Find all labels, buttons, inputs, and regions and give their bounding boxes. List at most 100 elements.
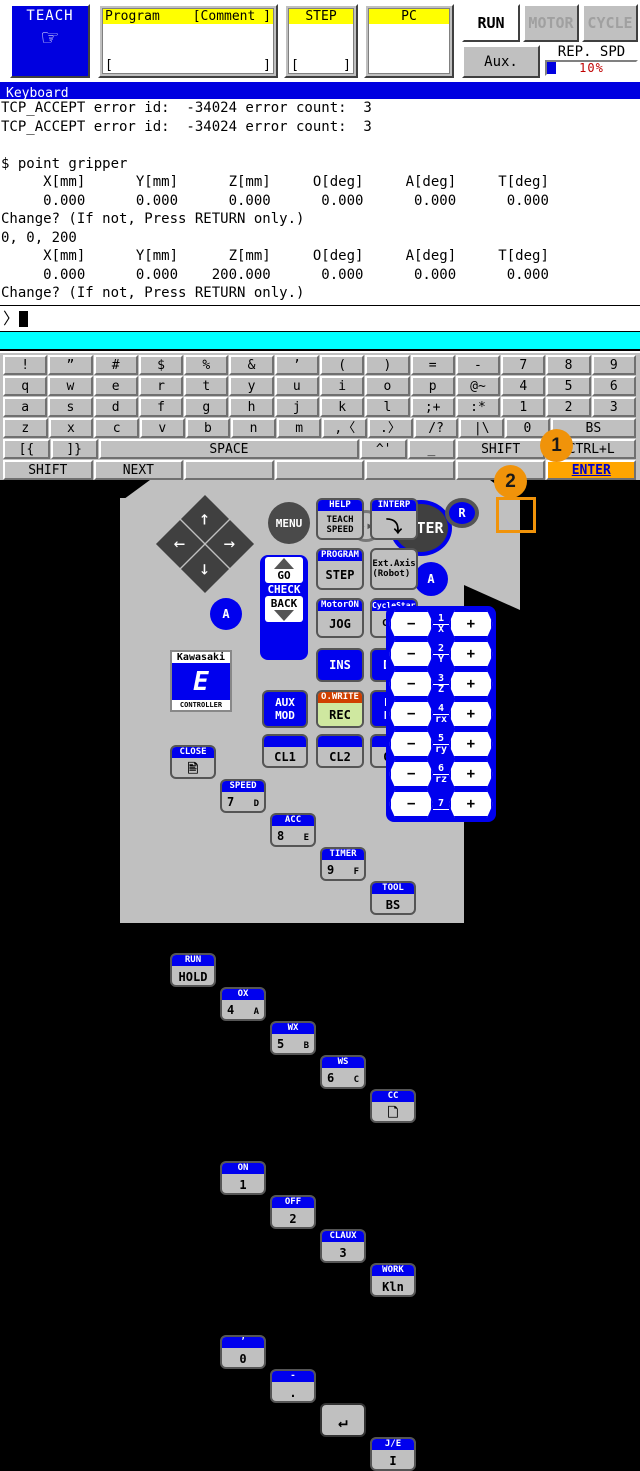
wx-5-key[interactable]: WX 5 B — [270, 1021, 316, 1055]
key-blank[interactable] — [365, 460, 455, 480]
key-9[interactable]: 9 — [591, 355, 636, 375]
timer-9-key[interactable]: TIMER 9 F — [320, 847, 366, 881]
pc-panel[interactable]: PC — [364, 4, 454, 78]
axis-6-minus-button[interactable]: − — [389, 760, 434, 788]
key-o[interactable]: o — [365, 376, 410, 396]
key-j[interactable]: j — [274, 397, 319, 417]
key-enter[interactable]: ENTER — [546, 460, 637, 480]
run-hold-key[interactable]: RUN HOLD — [170, 953, 216, 987]
axis-5-minus-button[interactable]: − — [389, 730, 434, 758]
key-u[interactable]: u — [274, 376, 319, 396]
key-1[interactable]: 1 — [501, 397, 546, 417]
ins-key[interactable]: INS — [316, 648, 364, 682]
key-g[interactable]: g — [184, 397, 229, 417]
apostrophe-0-key[interactable]: ’ 0 — [220, 1335, 266, 1369]
tool-bs-key[interactable]: TOOL BS — [370, 881, 416, 915]
key-sym[interactable]: |\ — [459, 418, 505, 438]
axis-1-minus-button[interactable]: − — [389, 610, 434, 638]
r-button-outer[interactable]: R — [445, 498, 479, 528]
key-p[interactable]: p — [410, 376, 455, 396]
teach-speed-key[interactable]: HELP TEACH SPEED — [316, 498, 364, 540]
status-cycle[interactable]: CYCLE — [582, 4, 638, 42]
repeat-speed-widget[interactable]: REP. SPD 10% — [545, 45, 638, 78]
key-8[interactable]: 8 — [546, 355, 591, 375]
axis-7-minus-button[interactable]: − — [389, 790, 434, 818]
key-w[interactable]: w — [48, 376, 93, 396]
key-sym[interactable]: $ — [138, 355, 184, 375]
key-sym[interactable]: [{ — [3, 439, 50, 459]
key-sym[interactable]: _ — [408, 439, 455, 459]
key-sym[interactable]: @~ — [455, 376, 501, 396]
key-6[interactable]: 6 — [591, 376, 636, 396]
key-blank[interactable] — [184, 460, 274, 480]
axis-7-plus-button[interactable]: + — [448, 790, 493, 818]
key-+[interactable]: ;+ — [410, 397, 455, 417]
key-d[interactable]: d — [93, 397, 138, 417]
key-2[interactable]: 2 — [546, 397, 591, 417]
repeat-speed-bar[interactable]: 10% — [545, 60, 638, 76]
overwrite-rec-key[interactable]: O.WRITE REC — [316, 690, 364, 728]
key-space[interactable]: SPACE — [98, 439, 360, 459]
key-x[interactable]: x — [48, 418, 94, 438]
key-3[interactable]: 3 — [591, 397, 636, 417]
off-2-key[interactable]: OFF 2 — [270, 1195, 316, 1229]
axis-6-plus-button[interactable]: + — [448, 760, 493, 788]
key-5[interactable]: 5 — [546, 376, 591, 396]
key-shift[interactable]: SHIFT — [3, 460, 93, 480]
key-b[interactable]: b — [185, 418, 231, 438]
key-4[interactable]: 4 — [501, 376, 546, 396]
close-key[interactable]: CLOSE 🖹 — [170, 745, 216, 779]
ox-4-key[interactable]: OX 4 A — [220, 987, 266, 1021]
r-button[interactable]: R — [449, 502, 475, 524]
axis-jog-panel[interactable]: −1 X + −2 Y + −3 Z + −4 rx + −5 ry + −6 rz + −7 + — [386, 606, 496, 822]
a-button-left[interactable]: A — [210, 598, 242, 630]
command-prompt-line[interactable]: 〉 — [0, 305, 640, 332]
step-panel[interactable]: STEP [ ] — [284, 4, 358, 78]
key-sym[interactable]: - — [455, 355, 501, 375]
work-kln-key[interactable]: WORK Kln — [370, 1263, 416, 1297]
je-i-key[interactable]: J/E I — [370, 1437, 416, 1471]
aux-button[interactable]: Aux. — [462, 45, 540, 78]
key-r[interactable]: r — [138, 376, 184, 396]
acc-8-key[interactable]: ACC 8 E — [270, 813, 316, 847]
key-i[interactable]: i — [319, 376, 365, 396]
teach-mode-indicator[interactable]: TEACH ☞ — [10, 4, 90, 78]
cl2-key[interactable]: CL2 — [316, 734, 364, 768]
axis-3-minus-button[interactable]: − — [389, 670, 434, 698]
key-sym[interactable]: .〉 — [368, 418, 413, 438]
go-check-back-key[interactable]: GO CHECK BACK — [260, 555, 308, 660]
ws-6-key[interactable]: WS 6 C — [320, 1055, 366, 1089]
key-sym[interactable]: :* — [455, 397, 501, 417]
key-k[interactable]: k — [319, 397, 365, 417]
key-shift[interactable]: SHIFT — [455, 439, 546, 459]
key-sym[interactable]: ,〈 — [322, 418, 368, 438]
cl1-key[interactable]: CL1 — [262, 734, 308, 768]
key-sym[interactable]: = — [410, 355, 455, 375]
key-e[interactable]: e — [93, 376, 138, 396]
key-n[interactable]: n — [231, 418, 276, 438]
key-sym[interactable]: ^' — [360, 439, 408, 459]
axis-2-minus-button[interactable]: − — [389, 640, 434, 668]
virtual-keyboard[interactable]: !” # $% &’() = -7 8 9 q w e r t y u i o p @~ 4 5 6 a s d f g h j k l ;+… — [0, 351, 640, 480]
axis-3-plus-button[interactable]: + — [448, 670, 493, 698]
key-sym[interactable]: ]} — [50, 439, 98, 459]
key-sym[interactable]: % — [184, 355, 229, 375]
cc-key[interactable]: CC 🗋 — [370, 1089, 416, 1123]
axis-5-plus-button[interactable]: + — [448, 730, 493, 758]
key-y[interactable]: y — [229, 376, 274, 396]
menu-button[interactable]: MENU — [268, 502, 310, 544]
key-t[interactable]: t — [184, 376, 229, 396]
key-sym[interactable]: # — [93, 355, 138, 375]
key-h[interactable]: h — [229, 397, 274, 417]
program-panel[interactable]: Program [Comment ] [ ] — [98, 4, 278, 78]
aux-mod-key[interactable]: AUX MOD — [262, 690, 308, 728]
key-q[interactable]: q — [3, 376, 48, 396]
ext-axis-key[interactable]: Ext.Axis (Robot) — [370, 548, 418, 590]
axis-4-minus-button[interactable]: − — [389, 700, 434, 728]
key-s[interactable]: s — [48, 397, 93, 417]
axis-2-plus-button[interactable]: + — [448, 640, 493, 668]
key-c[interactable]: c — [94, 418, 139, 438]
key-z[interactable]: z — [3, 418, 48, 438]
key-sym[interactable]: ’ — [274, 355, 319, 375]
claux-3-key[interactable]: CLAUX 3 — [320, 1229, 366, 1263]
